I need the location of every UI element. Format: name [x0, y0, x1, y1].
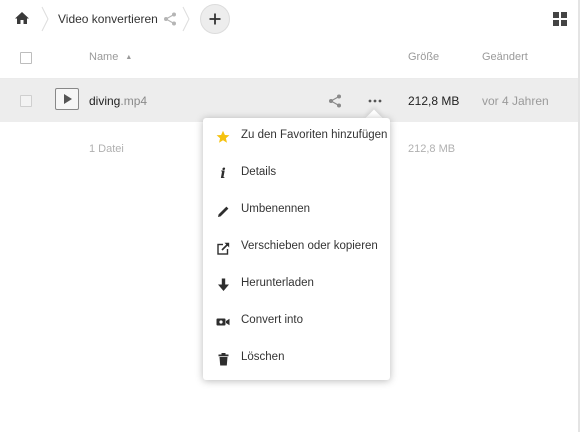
menu-item-convert[interactable]: Convert into: [203, 303, 390, 340]
menu-item-label: Convert into: [241, 314, 304, 326]
menu-item-rename[interactable]: Umbenennen: [203, 192, 390, 229]
summary-file-count: 1 Datei: [89, 143, 124, 155]
download-icon: [215, 277, 231, 293]
file-base-name: diving: [89, 94, 121, 108]
video-file-icon: [55, 88, 79, 110]
grid-view-icon[interactable]: [553, 12, 567, 26]
info-glyph: i: [220, 166, 226, 182]
video-camera-icon: [215, 314, 231, 330]
file-name[interactable]: diving.mp4: [89, 94, 147, 108]
file-size: 212,8 MB: [408, 94, 460, 108]
file-table-header: Name ▲ Größe Geändert: [0, 38, 578, 79]
menu-item-label: Zu den Favoriten hinzufügen: [241, 129, 388, 141]
menu-item-label: Details: [241, 166, 277, 178]
file-actions-menu: Zu den Favoriten hinzufügen i Details Um…: [203, 118, 390, 380]
menu-item-label: Umbenennen: [241, 203, 311, 215]
breadcrumb-current-folder[interactable]: Video konvertieren: [58, 12, 158, 26]
add-new-button[interactable]: [200, 4, 230, 34]
column-header-size[interactable]: Größe: [408, 51, 439, 63]
file-extension: .mp4: [120, 94, 148, 108]
breadcrumb-separator: [41, 6, 49, 32]
sort-ascending-icon: ▲: [125, 54, 133, 61]
menu-item-move-copy[interactable]: Verschieben oder kopieren: [203, 229, 390, 266]
column-header-name[interactable]: Name ▲: [89, 51, 132, 63]
summary-total-size: 212,8 MB: [408, 143, 456, 155]
home-icon[interactable]: [14, 10, 30, 26]
menu-item-download[interactable]: Herunterladen: [203, 266, 390, 303]
select-all-checkbox[interactable]: [20, 52, 32, 64]
breadcrumb-separator: [182, 6, 190, 32]
menu-item-label: Verschieben oder kopieren: [241, 240, 378, 252]
pencil-icon: [215, 203, 231, 219]
breadcrumb: Video konvertieren: [0, 0, 578, 38]
plus-icon: [209, 13, 221, 25]
share-icon[interactable]: [162, 11, 178, 27]
menu-item-delete[interactable]: Löschen: [203, 340, 390, 377]
info-icon: i: [215, 166, 231, 182]
menu-item-label: Löschen: [241, 351, 285, 363]
star-icon: [215, 129, 231, 145]
menu-item-favorite[interactable]: Zu den Favoriten hinzufügen: [203, 118, 390, 155]
more-actions-icon[interactable]: [366, 93, 384, 109]
menu-item-details[interactable]: i Details: [203, 155, 390, 192]
menu-item-label: Herunterladen: [241, 277, 314, 289]
share-icon[interactable]: [327, 93, 343, 109]
external-move-icon: [215, 240, 231, 256]
trash-icon: [215, 351, 231, 367]
row-checkbox[interactable]: [20, 95, 32, 107]
table-row[interactable]: diving.mp4 212,8 MB vor 4 Jahren: [0, 79, 578, 122]
column-header-modified[interactable]: Geändert: [482, 51, 528, 63]
file-modified: vor 4 Jahren: [482, 94, 549, 108]
